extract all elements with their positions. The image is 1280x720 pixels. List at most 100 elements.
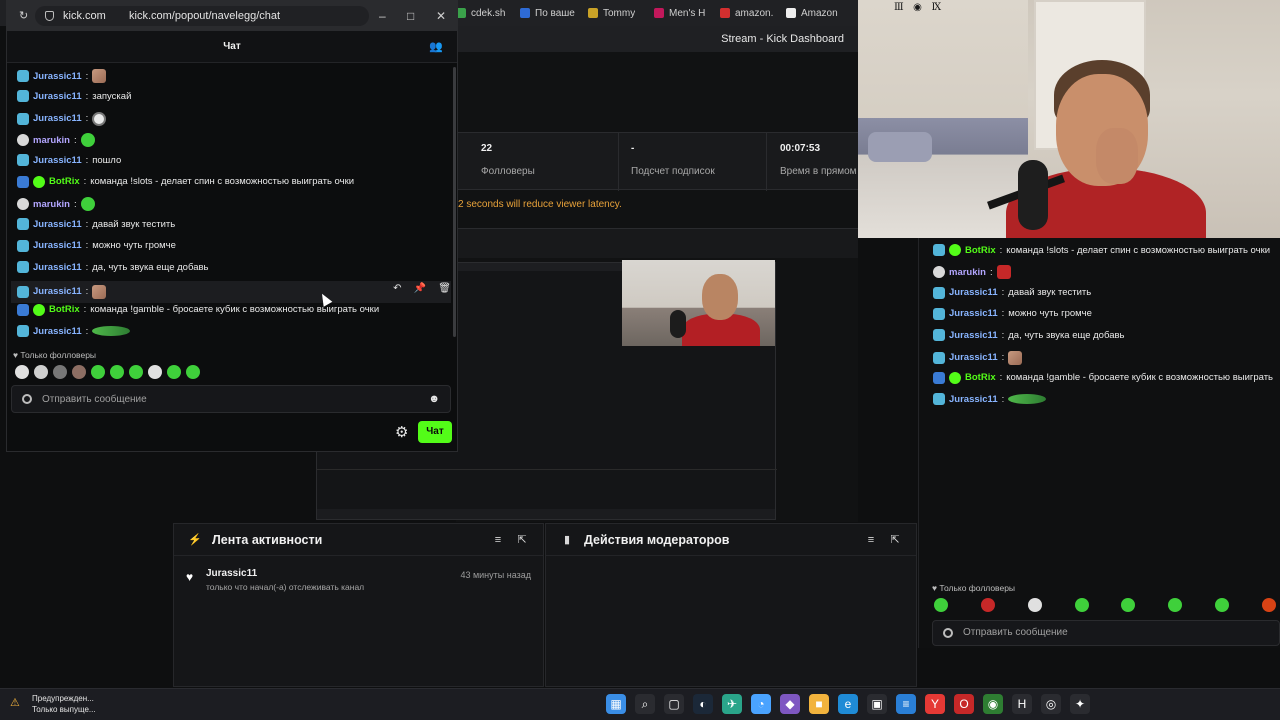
emote-icon[interactable] — [34, 365, 48, 379]
emote-icon[interactable] — [167, 365, 181, 379]
windows-start-icon[interactable]: ▦ — [606, 694, 626, 714]
maximize-icon[interactable]: □ — [407, 9, 414, 23]
emote-icon[interactable] — [72, 365, 86, 379]
layers-icon[interactable]: ≡ — [896, 694, 916, 714]
chat-username[interactable]: Jurassic11 — [949, 330, 998, 341]
edge-icon[interactable]: e — [838, 694, 858, 714]
chat-message[interactable]: Jurassic11: — [933, 350, 1023, 365]
emote-icon[interactable] — [129, 365, 143, 379]
chat-message[interactable]: marukin: — [17, 197, 95, 212]
emote-icon[interactable] — [53, 365, 67, 379]
chat-username[interactable]: Jurassic11 — [33, 326, 82, 337]
search-icon[interactable]: ⌕ — [635, 694, 655, 714]
chat-message[interactable]: Jurassic11: — [17, 325, 131, 338]
emote-icon[interactable] — [934, 598, 948, 612]
minimize-icon[interactable]: – — [379, 9, 386, 23]
chat-message[interactable]: Jurassic11: — [17, 111, 107, 126]
chat-username[interactable]: Jurassic11 — [33, 286, 82, 297]
chat-input[interactable]: Отправить сообщение ☻ — [11, 385, 451, 413]
chat-username[interactable]: BotRix — [49, 304, 80, 315]
delete-icon[interactable]: 🗑 — [438, 283, 451, 294]
chat-message[interactable]: marukin: — [17, 133, 95, 148]
reload-icon[interactable]: ↻ — [19, 9, 28, 22]
chat-username[interactable]: Jurassic11 — [949, 352, 998, 363]
browser-tab[interactable]: Men's H — [654, 4, 705, 22]
emote-icon[interactable] — [91, 365, 105, 379]
chat-message[interactable]: Jurassic11: запускай — [17, 90, 131, 103]
yandex-icon[interactable]: Y — [925, 694, 945, 714]
chat-username[interactable]: marukin — [33, 199, 70, 210]
star-icon[interactable]: ✦ — [1070, 694, 1090, 714]
chat-message[interactable]: BotRix: команда !gamble - бросаете кубик … — [933, 371, 1273, 384]
site-info-icon[interactable] — [45, 11, 54, 21]
emote-icon[interactable] — [1074, 598, 1089, 612]
filter-icon[interactable]: ≡ — [864, 534, 878, 546]
chat-message[interactable]: BotRix: команда !slots - делает спин с во… — [933, 244, 1270, 256]
chat-username[interactable]: Jurassic11 — [33, 155, 82, 166]
task-view-icon[interactable]: ▢ — [664, 694, 684, 714]
chat-username[interactable]: Jurassic11 — [949, 287, 998, 298]
chat-username[interactable]: Jurassic11 — [33, 219, 82, 230]
folder-icon[interactable]: ■ — [809, 694, 829, 714]
pin-icon[interactable]: 📌 — [414, 283, 426, 294]
chrome-icon[interactable]: ◉ — [983, 694, 1003, 714]
taskbar-notification[interactable]: ⚠ Предупрежден... Только выпуще... — [10, 693, 96, 715]
popout-icon[interactable]: ⇱ — [515, 533, 529, 546]
chat-username[interactable]: marukin — [949, 267, 986, 278]
emote-icon[interactable] — [1027, 598, 1042, 612]
browser-tab[interactable]: amazon. — [720, 4, 773, 22]
dashboard-chat-input[interactable]: Отправить сообщение — [932, 620, 1280, 646]
chat-message[interactable]: Jurassic11: можно чуть громче — [17, 239, 176, 252]
chat-message[interactable]: marukin: — [933, 265, 1011, 280]
browser-tab[interactable]: Tommy — [588, 4, 635, 22]
emote-icon[interactable] — [1215, 598, 1230, 612]
chat-message[interactable]: Jurassic11: да, чуть звука еще добавь — [17, 261, 208, 274]
close-icon[interactable]: ✕ — [436, 9, 446, 23]
address-bar[interactable]: kick.com kick.com/popout/navelegg/chat — [35, 6, 369, 26]
chat-username[interactable]: Jurassic11 — [33, 91, 82, 102]
popout-icon[interactable]: ⇱ — [888, 533, 902, 546]
chat-username[interactable]: Jurassic11 — [33, 262, 82, 273]
chat-message[interactable]: Jurassic11: — [933, 393, 1047, 406]
chat-username[interactable]: marukin — [33, 135, 70, 146]
chat-message[interactable]: Jurassic11: можно чуть громче — [933, 307, 1092, 320]
emote-icon[interactable] — [186, 365, 200, 379]
emote-icon[interactable] — [148, 365, 162, 379]
browser-tab[interactable]: cdek.sh — [456, 4, 505, 22]
app-h-icon[interactable]: H — [1012, 694, 1032, 714]
chat-message[interactable]: BotRix: команда !slots - делает спин с во… — [17, 175, 354, 188]
chat-message[interactable]: Jurassic11: — [17, 69, 107, 83]
github-icon[interactable]: ◎ — [1041, 694, 1061, 714]
chat-username[interactable]: Jurassic11 — [33, 240, 82, 251]
emote-icon[interactable] — [1261, 598, 1276, 612]
vpn-icon[interactable]: ✈ — [722, 694, 742, 714]
filter-icon[interactable]: ≡ — [491, 534, 505, 546]
chat-icon[interactable]: ◔ — [751, 694, 771, 714]
emoji-icon[interactable]: ☻ — [428, 393, 440, 405]
chat-username[interactable]: Jurassic11 — [33, 113, 82, 124]
apps-icon[interactable]: ◆ — [780, 694, 800, 714]
browser-tab[interactable]: Amazon — [786, 4, 838, 22]
chat-username[interactable]: BotRix — [49, 176, 80, 187]
store-icon[interactable]: ▣ — [867, 694, 887, 714]
chat-message[interactable]: Jurassic11: пошло — [17, 154, 121, 167]
steam-icon[interactable]: ◐ — [693, 694, 713, 714]
chat-message[interactable]: Jurassic11: да, чуть звука еще добавь — [933, 329, 1124, 342]
chat-message[interactable]: Jurassic11: — [11, 280, 451, 303]
chat-username[interactable]: Jurassic11 — [33, 71, 82, 82]
chat-username[interactable]: BotRix — [965, 245, 996, 256]
reply-icon[interactable]: ↶ — [393, 283, 401, 294]
emote-icon[interactable] — [980, 598, 995, 612]
chat-username[interactable]: Jurassic11 — [949, 308, 998, 319]
emote-icon[interactable] — [110, 365, 124, 379]
emote-icon[interactable] — [1121, 598, 1136, 612]
chat-message[interactable]: Jurassic11: давай звук тестить — [17, 218, 175, 231]
users-icon[interactable]: 👥 — [429, 40, 443, 53]
send-chat-button[interactable]: Чат — [418, 421, 452, 443]
browser-tab[interactable]: По ваше — [520, 4, 575, 22]
chat-message[interactable]: Jurassic11: давай звук тестить — [933, 286, 1091, 299]
opera-icon[interactable]: O — [954, 694, 974, 714]
emote-icon[interactable] — [1168, 598, 1183, 612]
emote-icon[interactable] — [15, 365, 29, 379]
chat-username[interactable]: Jurassic11 — [949, 394, 998, 405]
